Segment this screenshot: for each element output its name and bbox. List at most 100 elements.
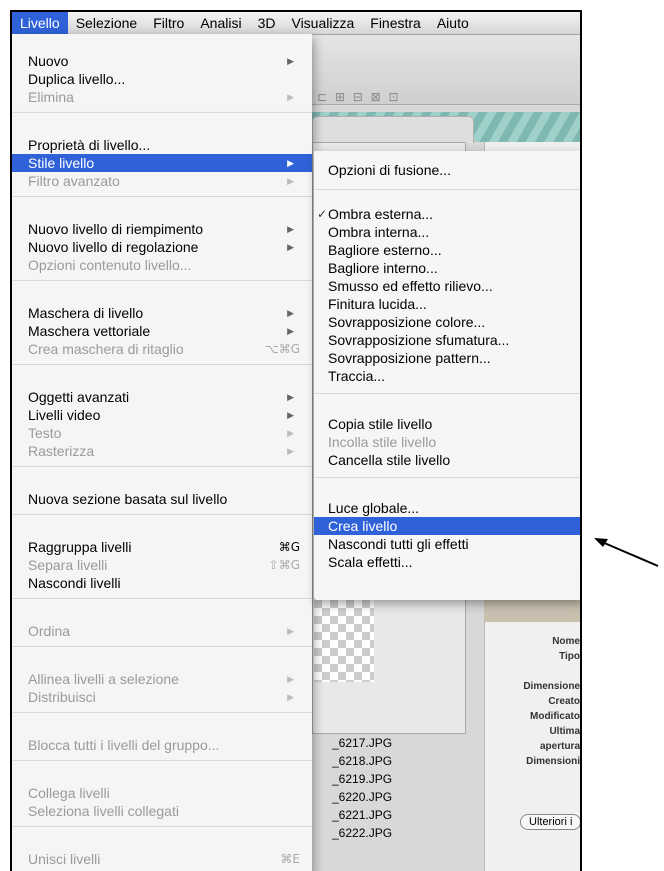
menu-item-label: Bagliore interno... xyxy=(328,260,438,276)
menu-separator xyxy=(12,112,312,113)
submenu-item-copia-stile-livello[interactable]: Copia stile livello xyxy=(314,415,580,433)
menu-item-label: Nascondi tutti gli effetti xyxy=(328,536,469,552)
align-icons[interactable]: ⊏ ⊞ ⊟ ⊠ ⊡ xyxy=(317,90,401,104)
menu-item-nuovo-livello-di-riempimento[interactable]: Nuovo livello di riempimento ▶ xyxy=(12,220,312,238)
menu-item-label: Nuovo livello di riempimento xyxy=(28,221,204,237)
file-info-label: Dimensioni xyxy=(526,756,580,767)
submenu-item-ombra-esterna[interactable]: ✓ Ombra esterna... xyxy=(314,205,580,223)
menubar-item-filtro[interactable]: Filtro xyxy=(145,12,192,34)
menu-item-label: Duplica livello... xyxy=(28,71,126,87)
menu-item-label: Opzioni di fusione... xyxy=(328,162,451,178)
menu-item-blocca-tutti-i-livelli-del-gruppo: Blocca tutti i livelli del gruppo... xyxy=(12,736,312,754)
document-tab[interactable] xyxy=(312,116,474,143)
menu-item-label: Finitura lucida... xyxy=(328,296,427,312)
menu-item-label: Traccia... xyxy=(328,368,386,384)
menu-item-nuovo[interactable]: Nuovo ▶ xyxy=(12,52,312,70)
menubar-item-selezione[interactable]: Selezione xyxy=(68,12,146,34)
menu-item-raggruppa-livelli[interactable]: Raggruppa livelli ⌘G xyxy=(12,538,312,556)
menu-separator xyxy=(314,393,580,394)
menu-separator xyxy=(12,826,312,827)
submenu-item-luce-globale[interactable]: Luce globale... xyxy=(314,499,580,517)
menu-item-label: Scala effetti... xyxy=(328,554,413,570)
more-info-button[interactable]: Ulteriori i xyxy=(520,814,580,830)
menu-item-label: Nuovo livello di regolazione xyxy=(28,239,199,255)
menu-item-rasterizza: Rasterizza ▶ xyxy=(12,442,312,460)
file-info-label: Nome xyxy=(552,636,580,647)
submenu-arrow-icon: ▶ xyxy=(287,242,294,252)
file-info-labels: Nome Tipo Dimensione Creato Modificato Ultim… xyxy=(484,634,580,769)
menubar-item-livello[interactable]: Livello xyxy=(12,12,68,34)
menu-item-nuovo-livello-di-regolazione[interactable]: Nuovo livello di regolazione ▶ xyxy=(12,238,312,256)
menu-item-livelli-video[interactable]: Livelli video ▶ xyxy=(12,406,312,424)
submenu-item-smusso-ed-effetto-rilievo[interactable]: Smusso ed effetto rilievo... xyxy=(314,277,580,295)
file-list-item[interactable]: _6221.JPG xyxy=(314,806,392,824)
submenu-arrow-icon: ▶ xyxy=(287,56,294,66)
menu-item-nascondi-livelli[interactable]: Nascondi livelli xyxy=(12,574,312,592)
submenu-arrow-icon: ▶ xyxy=(287,446,294,456)
submenu-item-finitura-lucida[interactable]: Finitura lucida... xyxy=(314,295,580,313)
menu-item-nuova-sezione-basata-sul-livello[interactable]: Nuova sezione basata sul livello xyxy=(12,490,312,508)
menu-item-label: Raggruppa livelli xyxy=(28,539,132,555)
menubar-item-analisi[interactable]: Analisi xyxy=(192,12,249,34)
menu-separator xyxy=(12,760,312,761)
menu-item-stile-livello[interactable]: Stile livello ▶ xyxy=(12,154,312,172)
submenu-item-ombra-interna[interactable]: Ombra interna... xyxy=(314,223,580,241)
menu-item-crea-maschera-di-ritaglio: Crea maschera di ritaglio ⌥⌘G xyxy=(12,340,312,358)
menu-item-oggetti-avanzati[interactable]: Oggetti avanzati ▶ xyxy=(12,388,312,406)
menu-item-label: Oggetti avanzati xyxy=(28,389,130,405)
keyboard-shortcut: ⌘G xyxy=(278,540,300,554)
menu-separator xyxy=(12,196,312,197)
file-info-label: Modificato xyxy=(530,711,580,722)
submenu-item-cancella-stile-livello[interactable]: Cancella stile livello xyxy=(314,451,580,469)
menu-item-label: Collega livelli xyxy=(28,785,110,801)
submenu-item-nascondi-tutti-gli-effetti[interactable]: Nascondi tutti gli effetti xyxy=(314,535,580,553)
menu-item-opzioni-contenuto-livello: Opzioni contenuto livello... xyxy=(12,256,312,274)
file-list-item[interactable]: _6217.JPG xyxy=(314,734,392,752)
file-list-item[interactable]: _6218.JPG xyxy=(314,752,392,770)
submenu-arrow-icon: ▶ xyxy=(287,92,294,102)
file-info-label xyxy=(484,664,580,679)
submenu-arrow-icon: ▶ xyxy=(287,626,294,636)
file-info-label: Dimensione xyxy=(523,681,580,692)
menu-item-label: Testo xyxy=(28,425,62,441)
menu-item-label: Distribuisci xyxy=(28,689,96,705)
menu-item-maschera-di-livello[interactable]: Maschera di livello ▶ xyxy=(12,304,312,322)
menu-item-label: Nascondi livelli xyxy=(28,575,121,591)
submenu-item-sovrapposizione-pattern[interactable]: Sovrapposizione pattern... xyxy=(314,349,580,367)
menu-separator xyxy=(12,364,312,365)
menu-bar: Livello Selezione Filtro Analisi 3D Visualizz… xyxy=(12,12,580,35)
menu-item-testo: Testo ▶ xyxy=(12,424,312,442)
menu-item-duplica-livello[interactable]: Duplica livello... xyxy=(12,70,312,88)
menu-item-label: Blocca tutti i livelli del gruppo... xyxy=(28,737,220,753)
menu-item-proprieta-di-livello[interactable]: Proprietà di livello... xyxy=(12,136,312,154)
menu-item-maschera-vettoriale[interactable]: Maschera vettoriale ▶ xyxy=(12,322,312,340)
file-info-label: Creato xyxy=(548,696,580,707)
keyboard-shortcut: ⌥⌘G xyxy=(264,342,300,356)
livello-menu: Nuovo ▶ Duplica livello... Elimina ▶ Propriet… xyxy=(12,34,312,871)
file-list-item[interactable]: _6222.JPG xyxy=(314,824,392,842)
submenu-item-bagliore-esterno[interactable]: Bagliore esterno... xyxy=(314,241,580,259)
callout-arrow xyxy=(594,538,659,567)
submenu-item-scala-effetti[interactable]: Scala effetti... xyxy=(314,553,580,571)
submenu-item-bagliore-interno[interactable]: Bagliore interno... xyxy=(314,259,580,277)
submenu-item-opzioni-di-fusione[interactable]: Opzioni di fusione... xyxy=(314,161,580,179)
menubar-item-aiuto[interactable]: Aiuto xyxy=(429,12,477,34)
file-list-item[interactable]: _6220.JPG xyxy=(314,788,392,806)
menubar-item-3d[interactable]: 3D xyxy=(250,12,284,34)
file-list-item[interactable]: _6219.JPG xyxy=(314,770,392,788)
submenu-item-sovrapposizione-sfumatura[interactable]: Sovrapposizione sfumatura... xyxy=(314,331,580,349)
menu-item-label: Smusso ed effetto rilievo... xyxy=(328,278,493,294)
menu-separator xyxy=(12,280,312,281)
submenu-arrow-icon: ▶ xyxy=(287,674,294,684)
menu-item-label: Crea maschera di ritaglio xyxy=(28,341,184,357)
menu-item-label: Sovrapposizione colore... xyxy=(328,314,486,330)
submenu-arrow-icon: ▶ xyxy=(287,428,294,438)
submenu-item-crea-livello[interactable]: Crea livello xyxy=(314,517,580,535)
menubar-item-finestra[interactable]: Finestra xyxy=(362,12,429,34)
submenu-item-sovrapposizione-colore[interactable]: Sovrapposizione colore... xyxy=(314,313,580,331)
menu-separator xyxy=(12,646,312,647)
keyboard-shortcut: ⇧⌘G xyxy=(268,558,300,572)
menubar-item-visualizza[interactable]: Visualizza xyxy=(283,12,362,34)
submenu-item-traccia[interactable]: Traccia... xyxy=(314,367,580,385)
menu-item-separa-livelli: Separa livelli ⇧⌘G xyxy=(12,556,312,574)
